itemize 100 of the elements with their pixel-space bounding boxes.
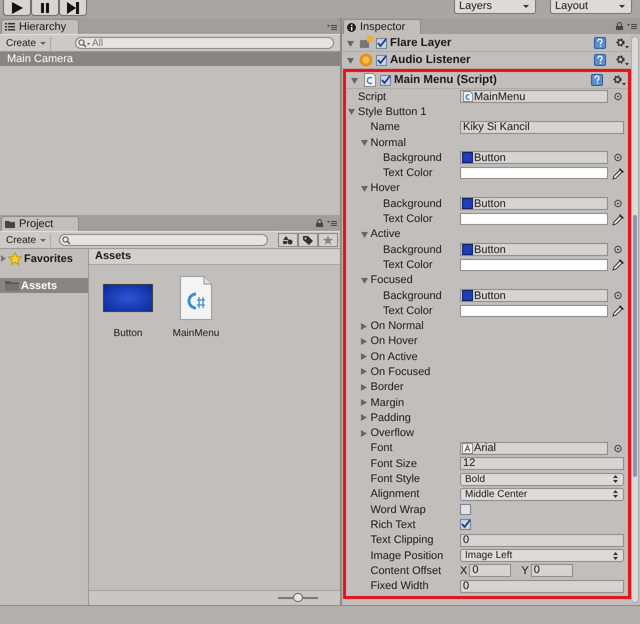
asset-item[interactable]: MainMenu — [170, 275, 222, 590]
menu-icon[interactable] — [327, 24, 337, 30]
help-icon[interactable] — [594, 37, 606, 49]
number-field[interactable]: 0 — [530, 564, 573, 578]
enabled-checkbox[interactable] — [376, 38, 387, 48]
expanded-arrow-icon[interactable] — [360, 230, 368, 238]
object-field[interactable]: Arial — [460, 442, 608, 455]
hierarchy-item[interactable]: Main Camera — [0, 52, 340, 66]
collapsed-arrow-icon[interactable] — [360, 338, 368, 345]
foldout-label[interactable]: Style Button 1 — [358, 106, 426, 118]
scrollbar[interactable] — [631, 36, 639, 603]
component-header[interactable]: Flare Layer — [342, 35, 631, 52]
foldout-label[interactable]: On Focused — [370, 366, 430, 378]
collapsed-arrow-icon[interactable] — [360, 368, 368, 376]
eyedropper-icon[interactable] — [612, 304, 624, 318]
object-picker-icon[interactable] — [612, 291, 624, 300]
enabled-checkbox[interactable] — [376, 54, 387, 66]
checkbox[interactable] — [460, 519, 471, 530]
collapsed-arrow-icon[interactable] — [360, 353, 368, 360]
shapes-icon[interactable] — [278, 233, 298, 247]
help-icon[interactable] — [591, 74, 603, 86]
foldout-label[interactable]: On Hover — [370, 335, 418, 348]
foldout-label[interactable]: Border — [370, 381, 404, 394]
expanded-arrow-icon[interactable] — [347, 40, 354, 46]
folder-icon — [5, 280, 19, 291]
settings-icon[interactable] — [615, 37, 629, 49]
tag-icon[interactable] — [298, 233, 318, 247]
foldout-label[interactable]: Overflow — [370, 427, 414, 440]
expanded-arrow-icon[interactable] — [360, 276, 368, 284]
settings-icon[interactable] — [612, 74, 626, 86]
lock-icon[interactable] — [316, 219, 323, 227]
foldout-label[interactable]: On Normal — [370, 320, 424, 332]
settings-icon[interactable] — [615, 54, 629, 66]
object-picker-icon[interactable] — [612, 444, 624, 453]
foldout-label[interactable]: Focused — [370, 274, 413, 286]
foldout-label[interactable]: Padding — [370, 412, 411, 424]
collapsed-arrow-icon[interactable] — [360, 430, 368, 437]
step-button[interactable] — [59, 0, 87, 16]
component-header[interactable]: Main Menu (Script) — [346, 72, 628, 89]
collapsed-arrow-icon[interactable] — [360, 399, 368, 406]
layers-dropdown[interactable]: Layers — [454, 0, 536, 14]
search-field[interactable]: All — [75, 37, 334, 49]
object-field[interactable]: MainMenu — [460, 90, 608, 104]
lock-icon[interactable] — [616, 22, 623, 30]
foldout-label[interactable]: Hover — [370, 182, 400, 194]
expanded-arrow-icon[interactable] — [360, 184, 368, 192]
expanded-arrow-icon[interactable] — [347, 56, 354, 64]
collapsed-arrow-icon[interactable] — [1, 255, 6, 262]
collapsed-arrow-icon[interactable] — [360, 384, 368, 391]
object-field[interactable]: Button — [460, 243, 608, 256]
object-field[interactable]: Button — [460, 197, 608, 210]
panel-tab[interactable]: Inspector — [343, 19, 421, 34]
foldout-label[interactable]: Normal — [370, 136, 406, 149]
checkbox[interactable] — [460, 504, 471, 516]
collapsed-arrow-icon[interactable] — [360, 322, 368, 330]
eyedropper-icon[interactable] — [612, 166, 624, 180]
object-field[interactable]: Button — [460, 151, 608, 164]
object-picker-icon[interactable] — [612, 153, 624, 162]
pause-button[interactable] — [31, 0, 59, 16]
color-field[interactable] — [460, 304, 608, 317]
color-field[interactable] — [460, 213, 608, 226]
create-dropdown[interactable]: Create — [2, 234, 52, 246]
component-header[interactable]: Audio Listener — [342, 52, 631, 69]
dropdown[interactable]: Bold — [460, 472, 624, 486]
object-picker-icon[interactable] — [612, 92, 624, 102]
foldout-label[interactable]: On Active — [370, 350, 418, 363]
panel-tab[interactable]: Hierarchy — [1, 19, 79, 34]
text-field[interactable]: Kiky Si Kancil — [460, 120, 624, 134]
color-field[interactable] — [460, 258, 608, 271]
help-icon[interactable] — [594, 54, 606, 66]
collapsed-arrow-icon[interactable] — [360, 414, 368, 422]
eyedropper-icon[interactable] — [612, 212, 624, 226]
asset-item[interactable]: Button — [102, 275, 154, 590]
color-field[interactable] — [460, 167, 608, 180]
menu-icon[interactable] — [627, 23, 637, 29]
enabled-checkbox[interactable] — [380, 74, 391, 86]
dropdown[interactable]: Image Left — [460, 549, 624, 562]
expanded-arrow-icon[interactable] — [351, 76, 358, 84]
number-field[interactable]: 0 — [469, 564, 512, 578]
text-field[interactable]: 0 — [460, 580, 624, 593]
eyedropper-icon[interactable] — [612, 258, 624, 272]
text-field[interactable]: 0 — [460, 534, 624, 547]
play-button[interactable] — [3, 0, 31, 16]
text-field[interactable]: 12 — [460, 457, 624, 470]
menu-icon[interactable] — [327, 220, 337, 226]
tree-item[interactable]: Assets — [0, 278, 88, 293]
object-field[interactable]: Button — [460, 289, 608, 302]
object-picker-icon[interactable] — [612, 245, 624, 254]
layout-dropdown[interactable]: Layout — [550, 0, 632, 14]
create-dropdown[interactable]: Create — [2, 36, 52, 50]
expanded-arrow-icon[interactable] — [348, 108, 355, 116]
breadcrumb[interactable]: Assets — [89, 249, 340, 265]
foldout-label[interactable]: Active — [370, 228, 400, 240]
search-field[interactable] — [59, 234, 268, 246]
foldout-label[interactable]: Margin — [370, 396, 404, 409]
object-picker-icon[interactable] — [612, 199, 624, 208]
panel-tab[interactable]: Project — [1, 216, 79, 231]
dropdown[interactable]: Middle Center — [460, 488, 624, 501]
expanded-arrow-icon[interactable] — [360, 139, 368, 146]
tree-item[interactable]: Favorites — [0, 251, 88, 266]
